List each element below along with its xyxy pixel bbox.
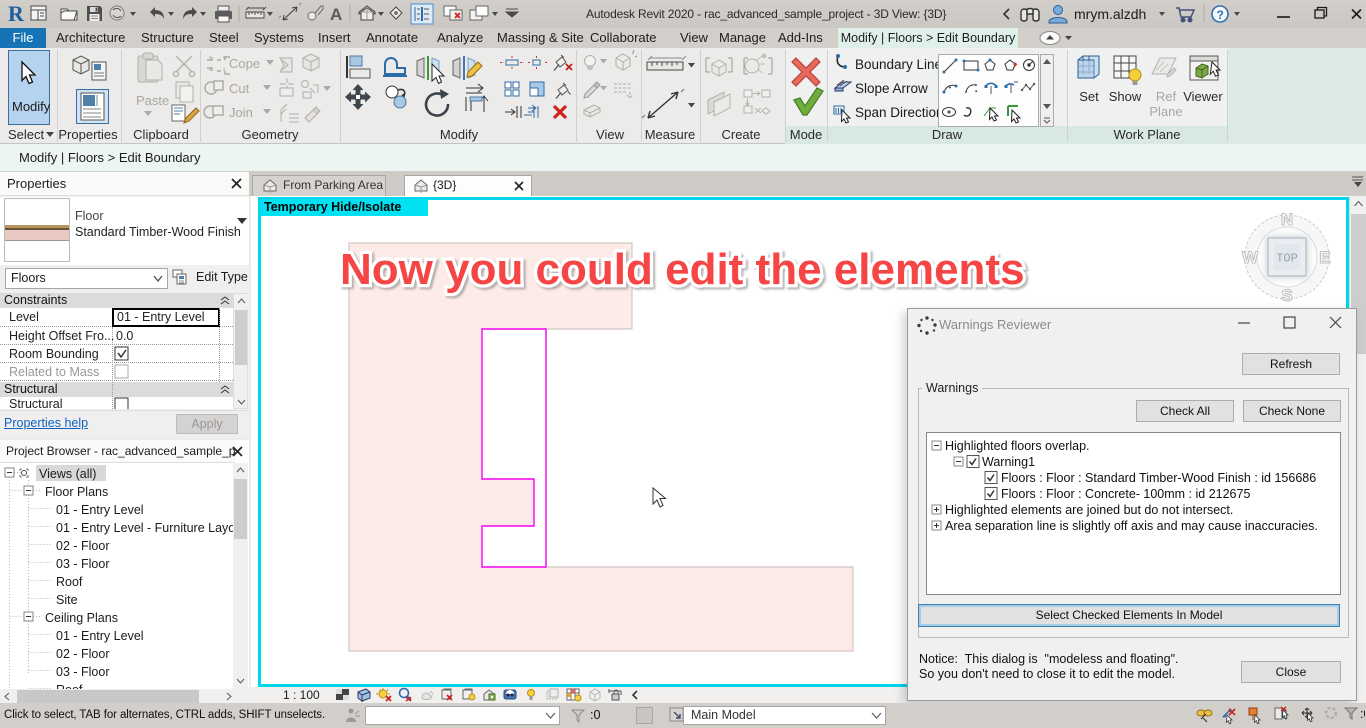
svg-text:Highlighted elements are joine: Highlighted elements are joined but do n… [945,503,1233,517]
svg-text:mrym.alzdh: mrym.alzdh [1074,6,1146,22]
svg-text:Modify: Modify [440,127,479,142]
svg-text:Select: Select [8,127,45,142]
svg-text:Clipboard: Clipboard [133,127,189,142]
svg-text:Warning1: Warning1 [982,455,1035,469]
svg-text:Floors : Floor : Concrete- 100: Floors : Floor : Concrete- 100mm : id 21… [1001,487,1250,501]
svg-text:?: ? [1217,8,1224,22]
svg-text:Area separation line is slight: Area separation line is slightly off axi… [945,519,1318,533]
svg-text:Floors : Floor : Standard Timb: Floors : Floor : Standard Timber-Wood Fi… [1001,471,1316,485]
svg-text:Viewer: Viewer [1183,89,1223,104]
svg-text:Ref: Ref [1156,89,1177,104]
svg-text:Modify: Modify [12,99,51,114]
svg-text:Span Direction: Span Direction [855,105,944,120]
svg-text:Join: Join [229,105,253,120]
svg-text:Geometry: Geometry [241,127,299,142]
svg-text:R: R [8,1,25,26]
svg-text:Highlighted floors overlap.: Highlighted floors overlap. [945,439,1090,453]
svg-text:Draw: Draw [932,127,963,142]
svg-text:Plane: Plane [1149,104,1182,119]
svg-text:Show: Show [1109,89,1142,104]
svg-text::0: :0 [1360,707,1365,721]
svg-text:Set: Set [1079,89,1099,104]
svg-text:Slope Arrow: Slope Arrow [855,81,928,96]
svg-text:Measure: Measure [645,127,696,142]
svg-text:Properties: Properties [58,127,118,142]
svg-text:Cope: Cope [229,56,260,71]
svg-text:Boundary Line: Boundary Line [855,57,942,72]
svg-text:Mode: Mode [790,127,823,142]
svg-text:Paste: Paste [136,93,169,108]
svg-text:Cut: Cut [229,81,250,96]
svg-text:View: View [596,127,625,142]
svg-text:A: A [330,5,342,24]
svg-text:Create: Create [721,127,760,142]
svg-text:Work Plane: Work Plane [1114,127,1181,142]
